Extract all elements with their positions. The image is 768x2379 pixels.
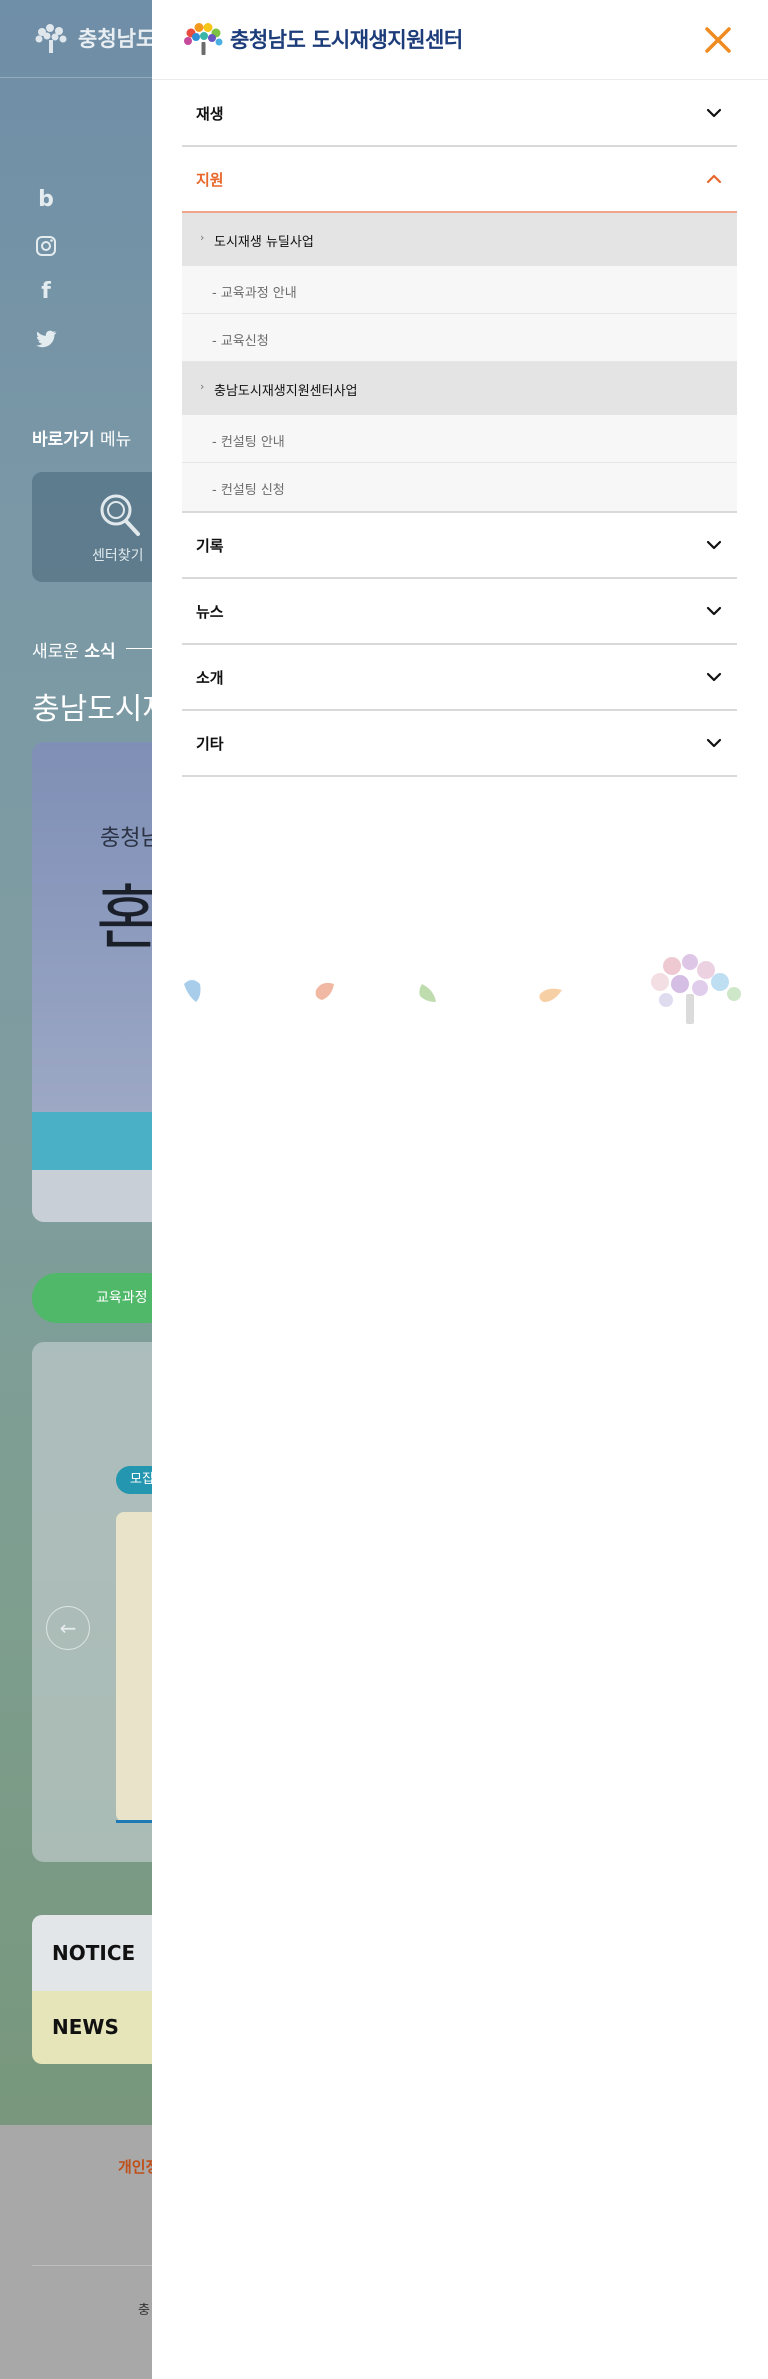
submenu-link-course-guide[interactable]: - 교육과정 안내 — [182, 266, 737, 314]
menu-item-label: 소개 — [196, 669, 224, 687]
menu-item-label: 기타 — [196, 735, 224, 753]
menu-item-about[interactable]: 소개 — [182, 645, 737, 711]
menu-drawer: 충청남도 도시재생지원센터 재생 지원 › 도시재생 뉴딜사업 - 교육과정 안… — [152, 0, 768, 2379]
site-logo-text: 충청남도 — [78, 27, 156, 51]
logo-tree-icon — [184, 23, 223, 55]
shortcut-title: 바로가기 메뉴 — [32, 430, 132, 450]
shortcut-card-find-center[interactable]: 센터찾기 — [32, 472, 172, 582]
submenu-link-label: - 컨설팅 신청 — [212, 483, 285, 498]
notice-tab[interactable]: NOTICE — [32, 1915, 172, 1991]
menu-item-support[interactable]: 지원 — [182, 147, 737, 213]
submenu-link-label: - 교육과정 안내 — [212, 286, 297, 301]
submenu-link-consulting-apply[interactable]: - 컨설팅 신청 — [182, 463, 737, 511]
menu-item-label: 지원 — [196, 171, 224, 189]
instagram-icon[interactable] — [34, 234, 58, 258]
instagram-glyph — [36, 236, 56, 256]
submenu-heading-center-project[interactable]: › 충남도시재생지원센터사업 — [182, 362, 737, 415]
course-pill-button[interactable]: 교육과정 — [32, 1273, 172, 1323]
drawer-header: 충청남도 도시재생지원센터 — [152, 0, 768, 80]
submenu-link-consulting-guide[interactable]: - 컨설팅 안내 — [182, 415, 737, 463]
shortcut-card-label: 센터찾기 — [92, 548, 144, 564]
decorative-drops — [184, 954, 741, 1024]
submenu-heading-label: 충남도시재생지원센터사업 — [214, 384, 358, 399]
footer-divider — [32, 2265, 172, 2266]
menu-item-label: 뉴스 — [196, 603, 224, 621]
submenu-link-label: - 컨설팅 안내 — [212, 435, 285, 450]
menu-item-news[interactable]: 뉴스 — [182, 579, 737, 645]
chevron-down-icon — [706, 672, 722, 682]
chevron-down-icon — [706, 108, 722, 118]
menu-item-records[interactable]: 기록 — [182, 513, 737, 579]
event-banner[interactable]: 충청남 혼 — [32, 742, 172, 1222]
chevron-down-icon — [706, 738, 722, 748]
chevron-down-icon — [706, 606, 722, 616]
banner-strip — [32, 1112, 172, 1170]
drawer-menu: 재생 지원 › 도시재생 뉴딜사업 - 교육과정 안내 - 교육신청 › 충남도… — [182, 81, 737, 777]
menu-item-regeneration[interactable]: 재생 — [182, 81, 737, 147]
menu-item-etc[interactable]: 기타 — [182, 711, 737, 777]
drawer-logo-text: 충청남도 도시재생지원센터 — [230, 28, 463, 52]
submenu-heading-newdeal[interactable]: › 도시재생 뉴딜사업 — [182, 213, 737, 266]
footer-text: 충 — [138, 2303, 150, 2318]
faded-tree-icon — [651, 954, 741, 1024]
facebook-icon[interactable]: f — [34, 280, 58, 304]
drawer-logo[interactable]: 충청남도 도시재생지원센터 — [182, 22, 463, 56]
banner-footer — [32, 1170, 172, 1222]
menu-item-label: 기록 — [196, 537, 224, 555]
menu-item-label: 재생 — [196, 105, 224, 123]
chevron-down-icon — [706, 540, 722, 550]
logo-tree-icon — [35, 24, 67, 53]
submenu-link-label: - 교육신청 — [212, 334, 269, 349]
banner-title: 혼 — [96, 877, 161, 959]
news-tab[interactable]: NEWS — [32, 1991, 172, 2064]
chevron-up-icon — [706, 174, 722, 184]
site-logo[interactable]: 충청남도 — [32, 22, 155, 54]
arrow-left-icon[interactable]: ← — [46, 1606, 90, 1650]
search-icon — [100, 494, 140, 536]
submenu-link-course-apply[interactable]: - 교육신청 — [182, 314, 737, 362]
news-headline: 충남도시재 — [32, 692, 170, 727]
submenu-heading-label: 도시재생 뉴딜사업 — [214, 235, 314, 250]
close-icon[interactable] — [700, 22, 736, 58]
chevron-right-icon: › — [200, 231, 205, 244]
blog-icon[interactable]: b — [34, 188, 58, 212]
support-submenu: › 도시재생 뉴딜사업 - 교육과정 안내 - 교육신청 › 충남도시재생지원센… — [182, 213, 737, 513]
twitter-icon[interactable] — [34, 327, 58, 351]
chevron-right-icon: › — [200, 380, 205, 393]
twitter-glyph — [36, 330, 57, 348]
news-section-title: 새로운 소식 — [32, 642, 116, 662]
